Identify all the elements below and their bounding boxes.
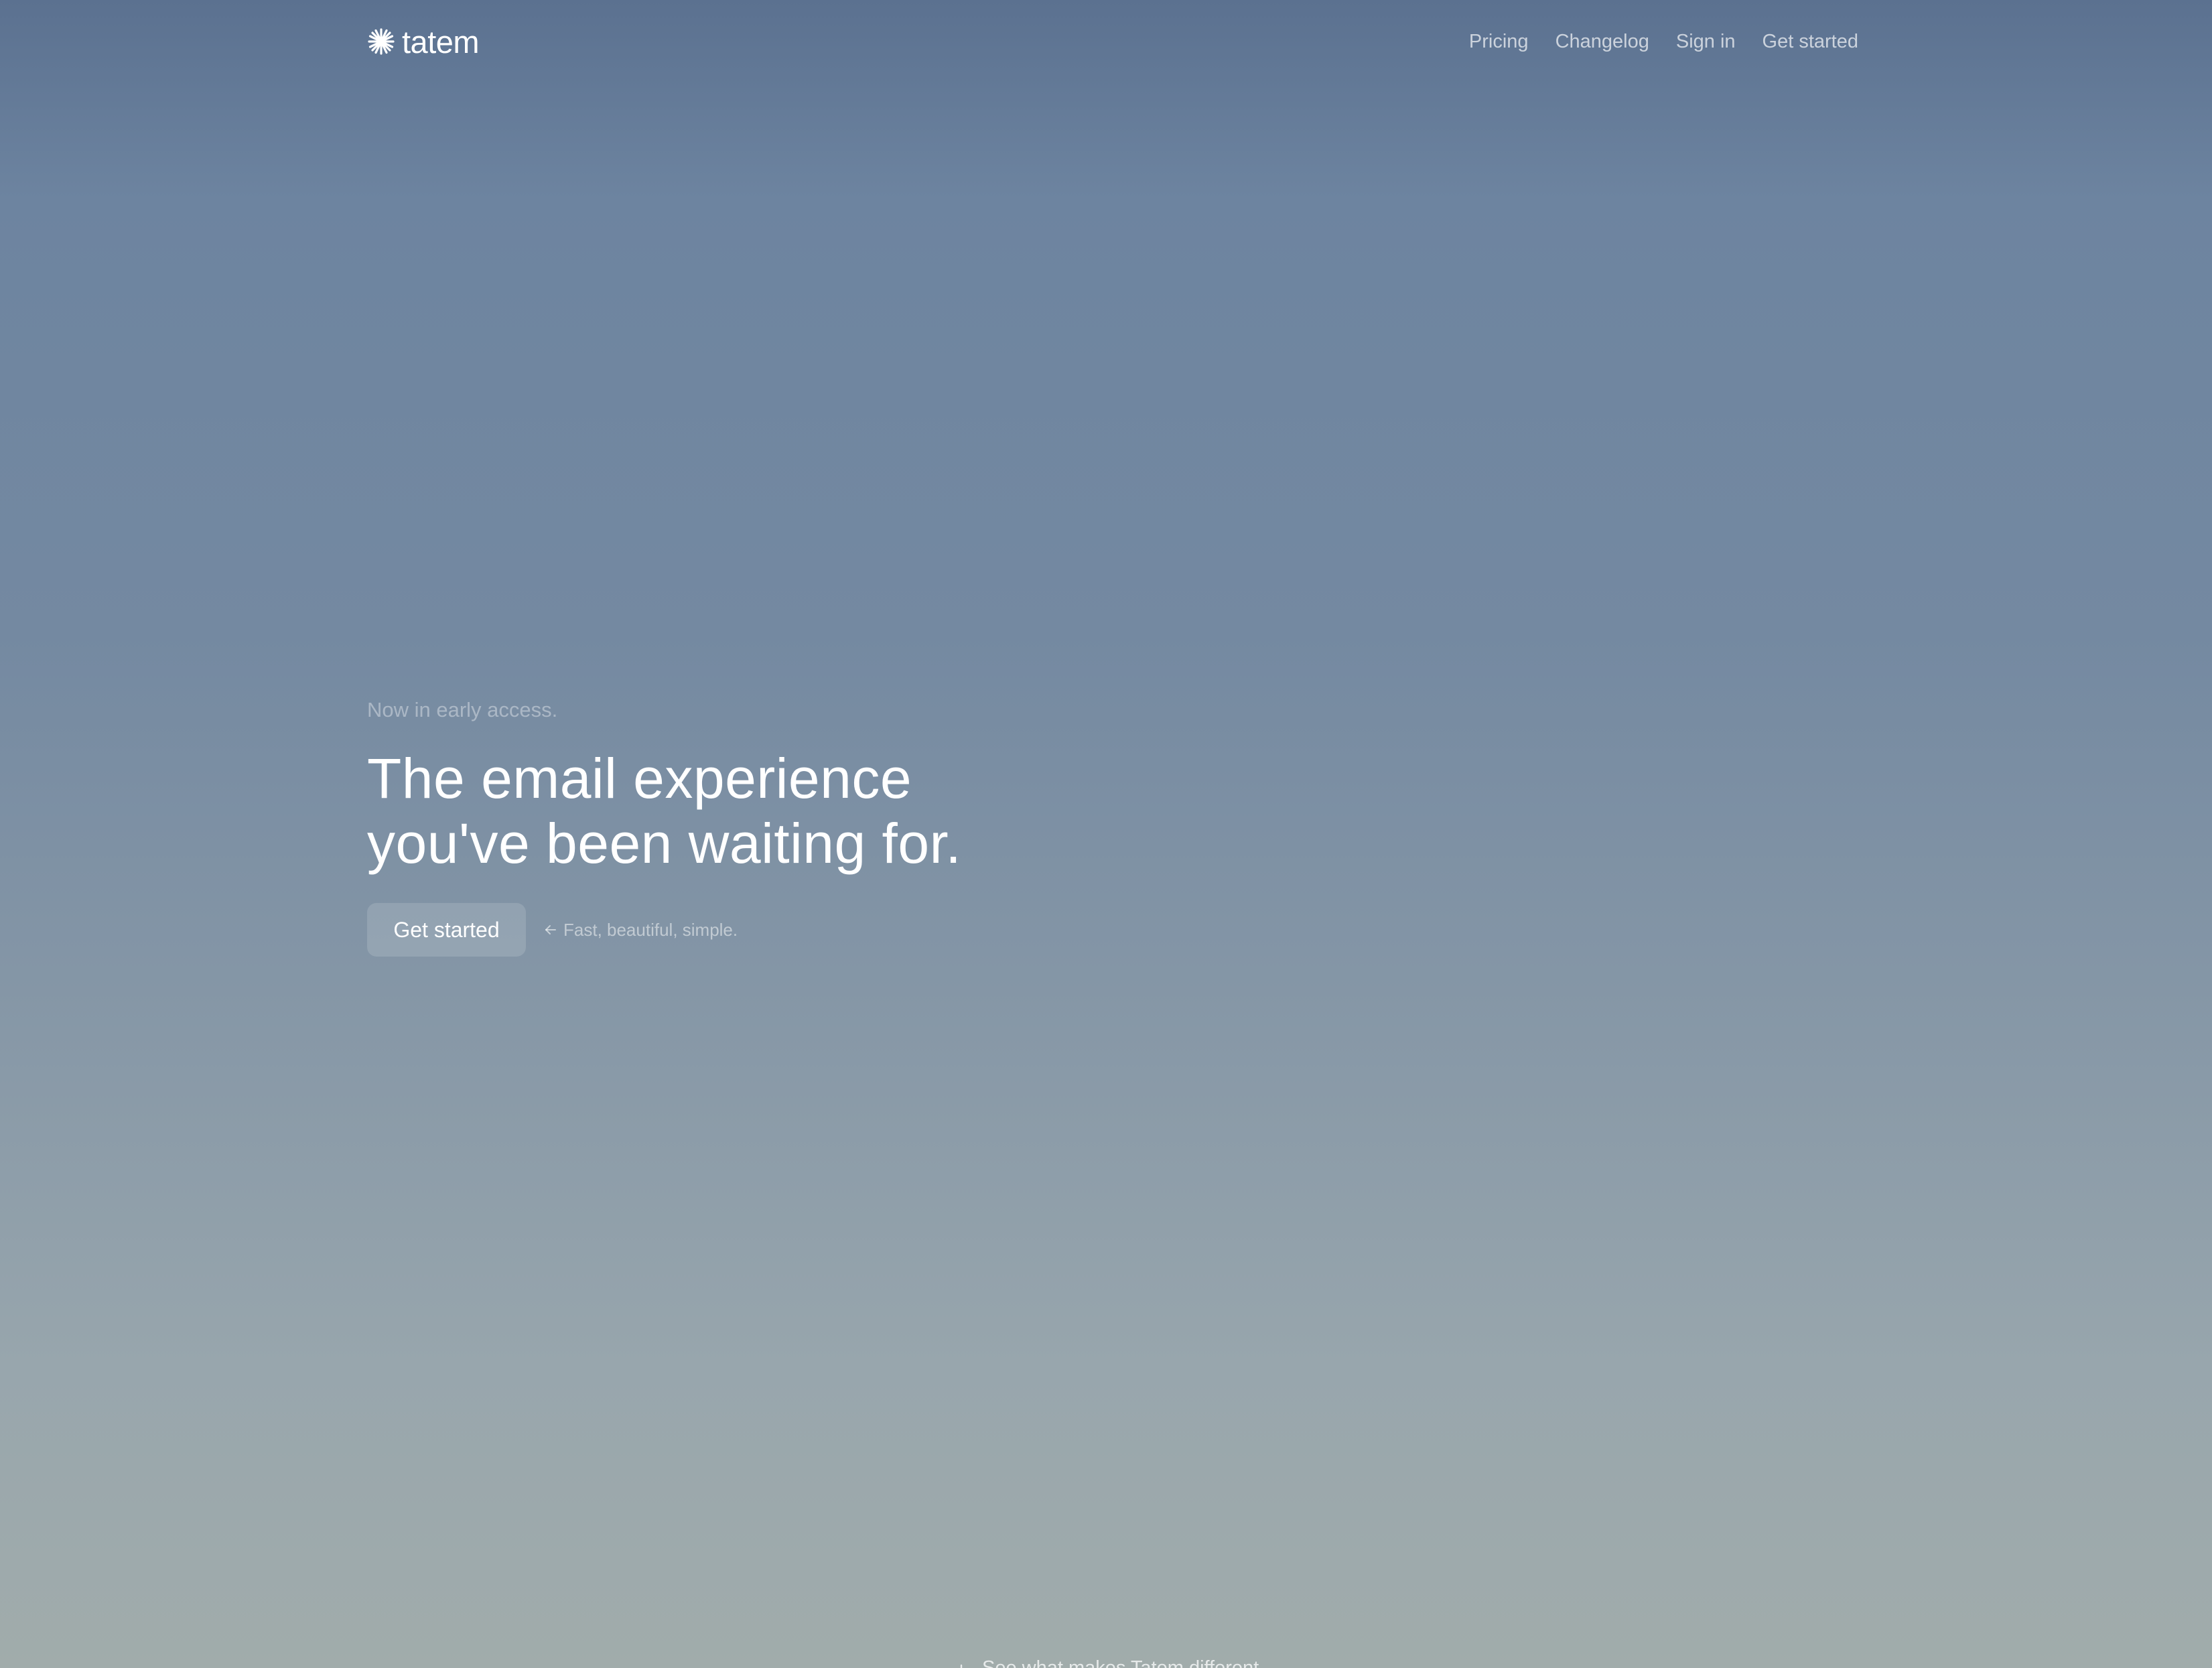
cta-note-text: Fast, beautiful, simple.	[563, 919, 738, 940]
scroll-teaser[interactable]: See what makes Tatem different	[951, 1655, 1286, 1668]
headline-line-1: The email experience	[367, 747, 912, 810]
early-access-label: Now in early access.	[367, 698, 558, 721]
brand-logo[interactable]: tatem	[367, 23, 480, 60]
arrow-down-icon	[960, 1664, 963, 1668]
nav-link-changelog[interactable]: Changelog	[1556, 31, 1649, 52]
headline-line-2: you've been waiting for.	[367, 812, 962, 875]
scroll-teaser-text: See what makes Tatem different	[982, 1657, 1259, 1668]
cta-note: Fast, beautiful, simple.	[543, 920, 738, 941]
nav-links: Pricing Changelog Sign in Get started	[1469, 31, 1858, 52]
brand-name: tatem	[402, 23, 480, 60]
hero-section: Now in early access. The email experienc…	[367, 697, 1171, 957]
asterisk-burst-icon	[368, 28, 395, 55]
get-started-button[interactable]: Get started	[367, 903, 526, 957]
nav-link-sign-in[interactable]: Sign in	[1676, 31, 1736, 52]
nav-link-pricing[interactable]: Pricing	[1469, 31, 1529, 52]
top-navigation: tatem Pricing Changelog Sign in Get star…	[367, 23, 1858, 60]
cta-row: Get started Fast, beautiful, simple.	[367, 903, 1171, 957]
arrow-left-icon	[545, 925, 556, 934]
nav-link-get-started[interactable]: Get started	[1762, 31, 1858, 52]
hero-headline: The email experience you've been waiting…	[367, 746, 1171, 876]
